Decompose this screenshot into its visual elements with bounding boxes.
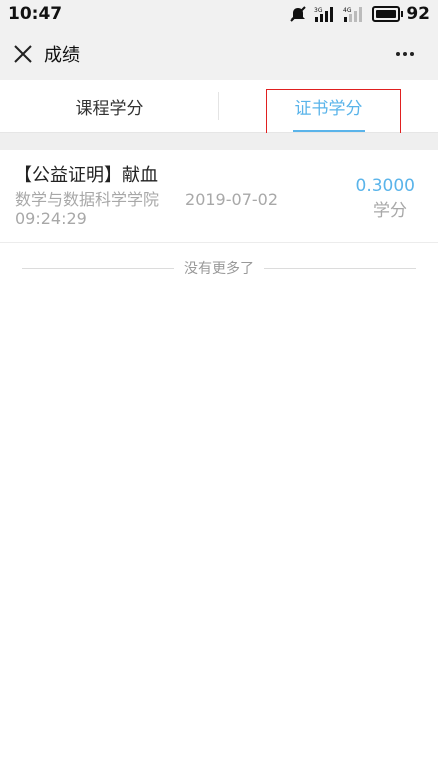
record-org: 数学与数据科学学院 — [15, 190, 160, 209]
close-icon[interactable] — [12, 43, 34, 65]
tab-divider — [218, 92, 219, 120]
signal-icon: 3G — [314, 6, 336, 22]
battery-level: 92 — [406, 4, 430, 24]
divider — [264, 267, 416, 269]
signal-4g-label: 4G — [343, 7, 352, 14]
status-icons: 3G 4G 92 — [289, 4, 430, 24]
tab-bar: 课程学分 证书学分 — [0, 80, 438, 133]
tab-course-credits[interactable]: 课程学分 — [0, 80, 219, 132]
signal-icon: 4G — [343, 6, 365, 22]
record-unit: 学分 — [373, 201, 407, 221]
signal-3g-label: 3G — [314, 7, 323, 14]
more-icon[interactable] — [396, 46, 418, 62]
mute-icon — [289, 6, 307, 22]
battery-icon: 92 — [372, 4, 430, 24]
tab-certificate-credits[interactable]: 证书学分 — [219, 80, 438, 132]
record-points: 0.3000 — [355, 176, 415, 196]
active-tab-indicator — [293, 130, 365, 132]
no-more-text: 没有更多了 — [184, 261, 254, 277]
record-date: 2019-07-02 — [185, 190, 278, 209]
record-time: 09:24:29 — [15, 209, 87, 228]
nav-bar: 成绩 — [0, 28, 438, 80]
status-bar: 10:47 3G 4G 92 — [0, 0, 438, 28]
page-title: 成绩 — [44, 45, 80, 66]
list-item[interactable]: 【公益证明】献血 数学与数据科学学院 2019-07-02 09:24:29 0.… — [0, 150, 438, 243]
record-title: 【公益证明】献血 — [14, 165, 158, 186]
divider — [22, 267, 174, 269]
section-gap — [0, 133, 438, 150]
record-meta: 数学与数据科学学院 2019-07-02 09:24:29 — [15, 190, 315, 228]
list-end: 没有更多了 — [0, 258, 438, 278]
status-time: 10:47 — [8, 4, 63, 24]
